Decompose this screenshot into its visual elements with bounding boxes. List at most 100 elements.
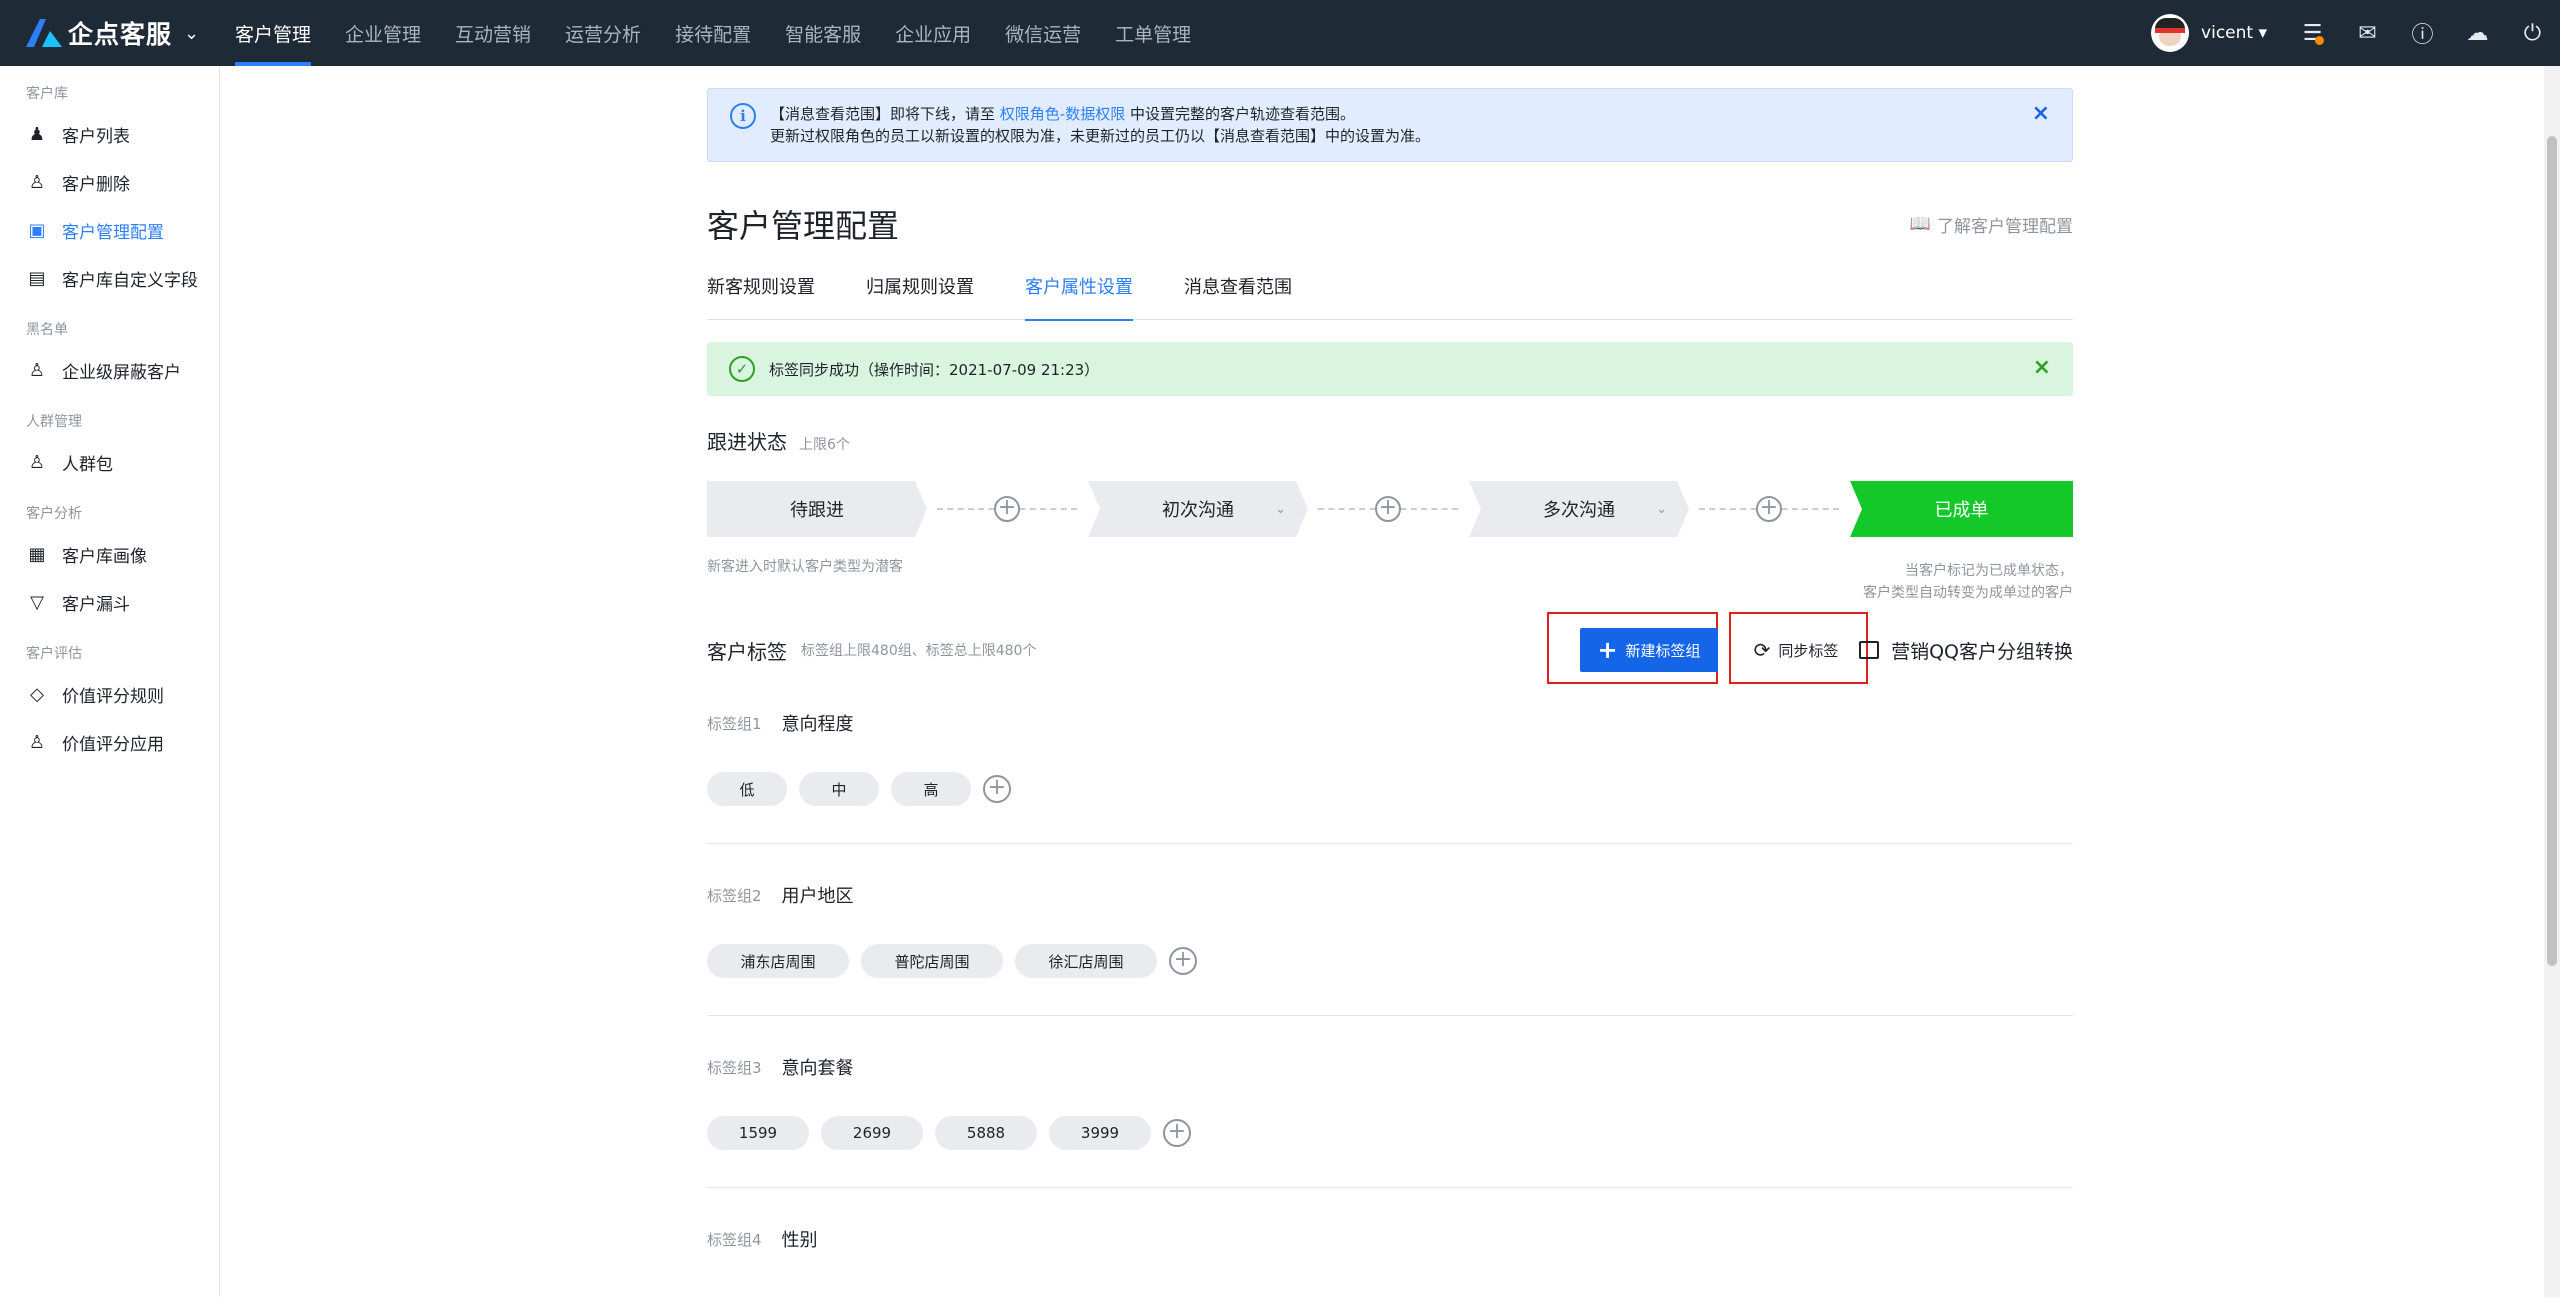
notice-banner: i 【消息查看范围】即将下线，请至 权限角色-数据权限 中设置完整的客户轨迹查看… bbox=[707, 88, 2073, 162]
add-stage-icon[interactable]: + bbox=[1375, 496, 1401, 522]
tab-customer-attributes[interactable]: 客户属性设置 bbox=[1025, 270, 1133, 321]
add-tag-icon[interactable]: + bbox=[983, 775, 1011, 803]
sidebar-item-value-rules[interactable]: ◇ 价值评分规则 bbox=[0, 670, 219, 718]
sidebar-item-label: 客户漏斗 bbox=[62, 594, 130, 615]
add-stage-icon[interactable]: + bbox=[1756, 496, 1782, 522]
nav-smart-service[interactable]: 智能客服 bbox=[768, 0, 878, 66]
qq-group-convert-button[interactable]: 营销QQ客户分组转换 bbox=[1859, 628, 2073, 672]
add-tag-icon[interactable]: + bbox=[1163, 1119, 1191, 1147]
user-star-icon: ♙ bbox=[28, 731, 46, 753]
tag-group-header: 标签组4 性别 bbox=[707, 1224, 2073, 1254]
import-icon bbox=[1859, 641, 1880, 659]
nav-enterprise-apps[interactable]: 企业应用 bbox=[878, 0, 988, 66]
follow-status-pipeline: 待跟进 + 初次沟通 ⌄ + 多次沟通 ⌄ + 已成单 bbox=[707, 481, 2073, 537]
help-link-label: 了解客户管理配置 bbox=[1937, 216, 2073, 237]
button-label: 同步标签 bbox=[1778, 641, 1839, 660]
tag-group-key: 标签组4 bbox=[707, 1230, 762, 1249]
tag-chip[interactable]: 浦东店周围 bbox=[707, 944, 849, 978]
username: vicent bbox=[2201, 23, 2254, 43]
customer-list-icon: ♟ bbox=[28, 123, 46, 145]
task-list-icon[interactable]: ☰ bbox=[2285, 0, 2340, 66]
tab-new-customer-rules[interactable]: 新客规则设置 bbox=[707, 270, 815, 320]
check-circle-icon: ✓ bbox=[729, 356, 755, 382]
nav-ticket-management[interactable]: 工单管理 bbox=[1098, 0, 1208, 66]
tab-ownership-rules[interactable]: 归属规则设置 bbox=[866, 270, 974, 320]
tag-chip[interactable]: 徐汇店周围 bbox=[1015, 944, 1157, 978]
tag-group-name[interactable]: 意向程度 bbox=[782, 710, 854, 736]
button-label: 新建标签组 bbox=[1625, 641, 1701, 660]
sidebar-item-customer-list[interactable]: ♟ 客户列表 bbox=[0, 110, 219, 158]
brand[interactable]: 企点客服 ⌄ bbox=[24, 15, 204, 51]
nav-enterprise-management[interactable]: 企业管理 bbox=[328, 0, 438, 66]
hint-default-type: 新客进入时默认客户类型为潜客 bbox=[707, 559, 903, 575]
sync-tags-button[interactable]: ⟳ 同步标签 bbox=[1741, 628, 1851, 672]
sidebar-item-label: 客户管理配置 bbox=[62, 222, 164, 243]
tag-chip[interactable]: 5888 bbox=[935, 1116, 1037, 1150]
section-title: 跟进状态 bbox=[707, 430, 787, 454]
new-tag-group-button[interactable]: + 新建标签组 bbox=[1580, 628, 1718, 672]
stage-deal-closed[interactable]: 已成单 bbox=[1850, 481, 2073, 537]
tab-message-scope[interactable]: 消息查看范围 bbox=[1184, 270, 1292, 320]
sidebar-item-label: 价值评分应用 bbox=[62, 734, 164, 755]
sidebar-item-customer-config[interactable]: ▣ 客户管理配置 bbox=[0, 206, 219, 254]
tag-chip[interactable]: 低 bbox=[707, 772, 787, 806]
sidebar-group-title: 人群管理 bbox=[26, 414, 82, 430]
sidebar-item-custom-fields[interactable]: ▤ 客户库自定义字段 bbox=[0, 254, 219, 302]
nav-operation-analysis[interactable]: 运营分析 bbox=[548, 0, 658, 66]
mail-icon[interactable]: ✉ bbox=[2340, 0, 2395, 66]
notice-text: 【消息查看范围】即将下线，请至 bbox=[770, 105, 996, 123]
avatar[interactable] bbox=[2151, 14, 2190, 52]
portrait-icon: ▦ bbox=[28, 543, 46, 565]
nav-interactive-marketing[interactable]: 互动营销 bbox=[438, 0, 548, 66]
stage-multi-contact[interactable]: 多次沟通 ⌄ bbox=[1469, 481, 1689, 537]
tag-group-name[interactable]: 意向套餐 bbox=[782, 1054, 854, 1080]
success-banner: ✓ 标签同步成功（操作时间：2021-07-09 21:23） × bbox=[707, 342, 2073, 396]
sidebar-item-blocked-customers[interactable]: ♙ 企业级屏蔽客户 bbox=[0, 346, 219, 394]
sidebar-item-customer-portrait[interactable]: ▦ 客户库画像 bbox=[0, 530, 219, 578]
username-menu[interactable]: vicent ▾ bbox=[2201, 23, 2267, 43]
brand-name: 企点客服 bbox=[68, 20, 173, 49]
help-icon[interactable]: ⓘ bbox=[2395, 0, 2450, 66]
tag-chip[interactable]: 2699 bbox=[821, 1116, 923, 1150]
cloud-icon[interactable]: ☁ bbox=[2450, 0, 2505, 66]
scrollbar-thumb[interactable] bbox=[2547, 136, 2557, 966]
tag-group-key: 标签组2 bbox=[707, 886, 762, 905]
close-icon[interactable]: × bbox=[2032, 103, 2050, 125]
add-tag-icon[interactable]: + bbox=[1169, 947, 1197, 975]
tag-group: 标签组1 意向程度 低 中 高 + bbox=[707, 708, 2073, 844]
close-icon[interactable]: × bbox=[2033, 355, 2051, 380]
permission-link[interactable]: 权限角色-数据权限 bbox=[1000, 105, 1125, 123]
sidebar-item-label: 客户列表 bbox=[62, 126, 130, 147]
section-title: 客户标签 bbox=[707, 639, 787, 664]
notice-line-2: 更新过权限角色的员工以新设置的权限为准，未更新过的员工仍以【消息查看范围】中的设… bbox=[770, 127, 1431, 145]
tag-group-name[interactable]: 用户地区 bbox=[782, 882, 854, 908]
add-stage-icon[interactable]: + bbox=[994, 496, 1020, 522]
sidebar-item-customer-funnel[interactable]: ▽ 客户漏斗 bbox=[0, 578, 219, 626]
tag-chip[interactable]: 中 bbox=[799, 772, 879, 806]
tag-group: 标签组2 用户地区 浦东店周围 普陀店周围 徐汇店周围 + bbox=[707, 880, 2073, 1016]
nav-customer-management[interactable]: 客户管理 bbox=[218, 0, 328, 66]
stage-first-contact[interactable]: 初次沟通 ⌄ bbox=[1088, 481, 1308, 537]
tag-chip[interactable]: 普陀店周围 bbox=[861, 944, 1003, 978]
nav-wechat-operation[interactable]: 微信运营 bbox=[988, 0, 1098, 66]
chevron-down-icon[interactable]: ⌄ bbox=[184, 23, 199, 44]
sidebar-item-crowd-package[interactable]: ♙ 人群包 bbox=[0, 438, 219, 486]
chevron-down-icon[interactable]: ⌄ bbox=[1656, 502, 1667, 517]
button-label: 营销QQ客户分组转换 bbox=[1891, 640, 2073, 663]
tag-chip[interactable]: 3999 bbox=[1049, 1116, 1151, 1150]
stage-pending[interactable]: 待跟进 bbox=[707, 481, 927, 537]
hint-deal-closed: 当客户标记为已成单状态， 客户类型自动转变为成单过的客户 bbox=[1863, 560, 2073, 604]
sidebar-item-customer-delete[interactable]: ♙ 客户删除 bbox=[0, 158, 219, 206]
nav-reception-config[interactable]: 接待配置 bbox=[658, 0, 768, 66]
tag-group-header: 标签组1 意向程度 bbox=[707, 708, 2073, 738]
briefcase-icon: ▣ bbox=[28, 219, 46, 241]
scrollbar-track[interactable] bbox=[2544, 66, 2560, 1297]
tag-group-name[interactable]: 性别 bbox=[782, 1226, 818, 1252]
tag-chip[interactable]: 1599 bbox=[707, 1116, 809, 1150]
tag-chip[interactable]: 高 bbox=[891, 772, 971, 806]
logout-icon[interactable]: ⏻ bbox=[2505, 0, 2560, 66]
sidebar-item-value-apps[interactable]: ♙ 价值评分应用 bbox=[0, 718, 219, 766]
chevron-down-icon[interactable]: ⌄ bbox=[1275, 502, 1286, 517]
sidebar-item-label: 客户库自定义字段 bbox=[62, 270, 198, 291]
help-link[interactable]: 📖 了解客户管理配置 bbox=[1910, 212, 2073, 237]
